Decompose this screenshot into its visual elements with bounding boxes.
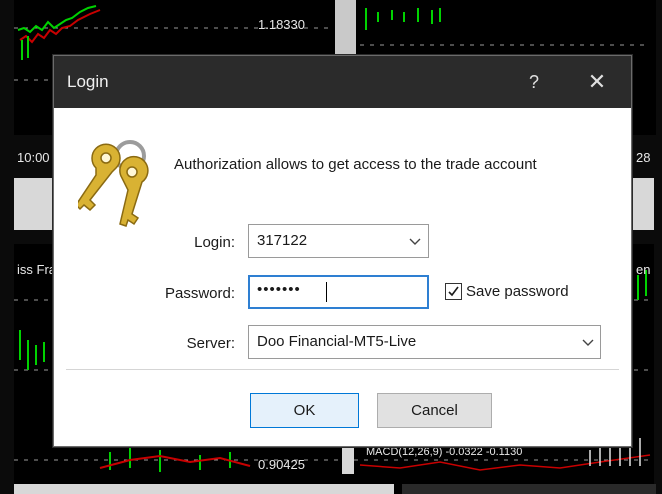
cancel-button[interactable]: Cancel [377, 393, 492, 428]
server-value: Doo Financial-MT5-Live [257, 333, 417, 350]
authorization-message: Authorization allows to get access to th… [174, 156, 537, 173]
chevron-down-icon[interactable] [582, 336, 594, 348]
login-label: Login: [194, 234, 235, 251]
password-masked-value: ••••••• [257, 281, 301, 298]
close-button[interactable]: ✕ [577, 64, 617, 100]
login-combobox[interactable]: 317122 [248, 224, 429, 258]
login-value: 317122 [257, 232, 308, 249]
login-dialog: Login ? ✕ Authorization allows to get ac… [53, 55, 632, 447]
save-password-label[interactable]: Save password [466, 283, 569, 300]
time-axis-label-left: 10:00 [17, 150, 50, 165]
checkmark-icon [448, 286, 459, 297]
price-label-top: 1.18330 [258, 17, 305, 32]
dialog-title: Login [67, 72, 109, 91]
dialog-titlebar[interactable]: Login ? ✕ [54, 56, 631, 108]
save-password-checkbox[interactable] [445, 283, 462, 300]
text-caret [326, 282, 327, 302]
chart-symbol-label-right: en [636, 262, 651, 277]
password-label: Password: [164, 285, 235, 302]
keys-icon [78, 140, 149, 227]
indicator-label: MACD(12,26,9) -0.0322 -0.1130 [366, 446, 523, 458]
password-input[interactable]: ••••••• [248, 275, 429, 309]
server-combobox[interactable]: Doo Financial-MT5-Live [248, 325, 601, 359]
help-button[interactable]: ? [516, 64, 552, 100]
price-label-bottom: 0.90425 [258, 457, 305, 472]
chevron-down-icon[interactable] [409, 235, 421, 247]
server-label: Server: [186, 335, 235, 352]
dialog-separator [66, 369, 619, 370]
time-axis-label-right: 28 [636, 150, 651, 165]
ok-button[interactable]: OK [250, 393, 359, 428]
chart-symbol-label-left: iss Fra [17, 262, 56, 277]
